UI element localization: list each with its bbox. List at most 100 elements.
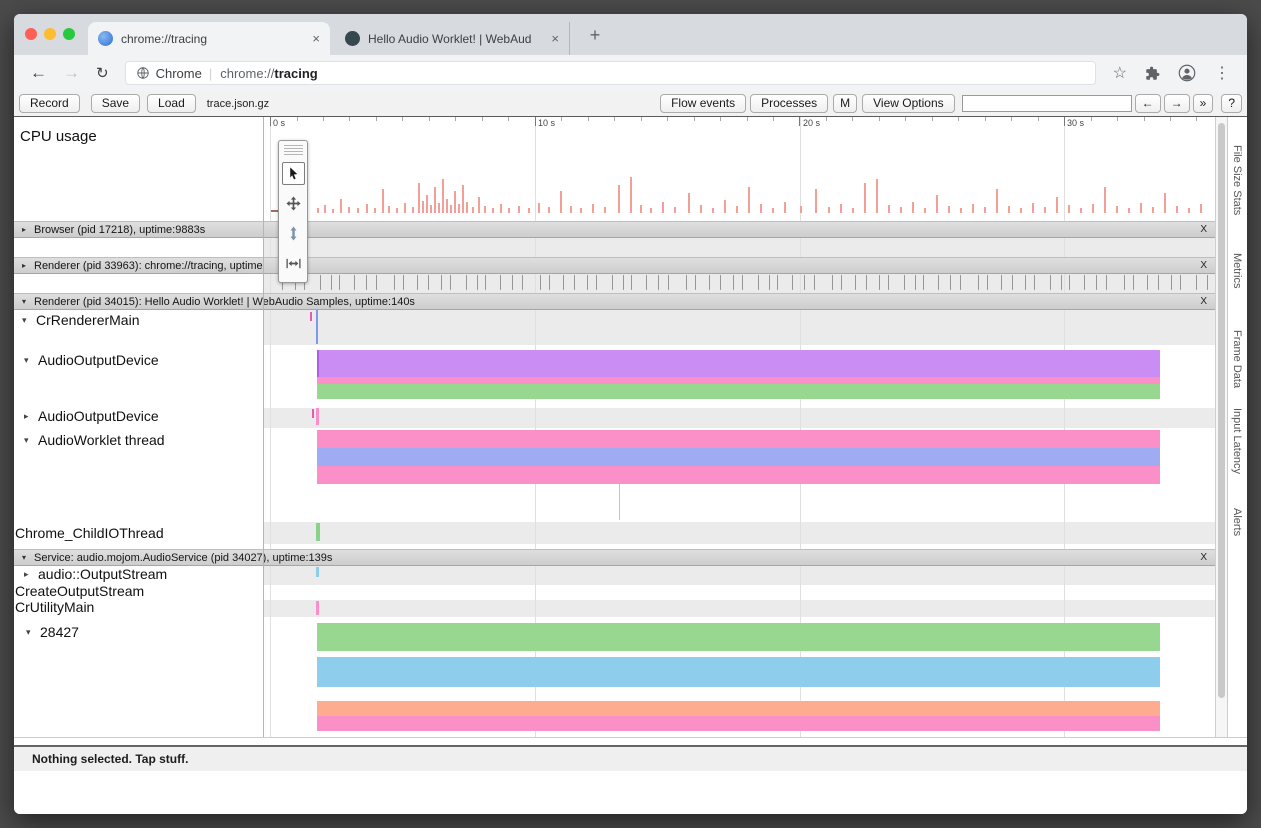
trace-slice-mark[interactable] [310,312,312,321]
thread-label-audiooutputdevice-1[interactable]: ▾ AudioOutputDevice [24,352,159,368]
trace-event-tick [441,275,442,290]
trace-slice-mark[interactable] [312,409,314,418]
thread-label-cpu-usage: CPU usage [20,128,97,145]
trace-slice-mark[interactable] [316,310,318,344]
trace-slice-mark[interactable] [316,523,320,541]
cpu-usage-spike [430,205,432,213]
pan-mode-button[interactable] [282,192,305,215]
ruler-tick [667,117,668,121]
collapse-arrow-icon[interactable]: ▾ [22,315,36,326]
cpu-usage-spike [1128,208,1130,213]
tab-file-size-stats[interactable]: File Size Stats [1231,145,1243,215]
collapse-arrow-icon[interactable]: ▸ [22,225,33,234]
trace-slice-mark[interactable] [316,567,319,577]
trace-event-tick [1207,275,1208,290]
collapse-arrow-icon[interactable]: ▾ [24,435,38,446]
trace-slice-mark[interactable] [316,601,319,615]
trace-event-tick [596,275,597,290]
process-header-browser[interactable]: ▸ Browser (pid 17218), uptime:9883s X [14,221,1215,238]
cpu-usage-spike [348,207,350,213]
process-header-audio-service[interactable]: ▾ Service: audio.mojom.AudioService (pid… [14,549,1215,566]
cpu-usage-spike [1080,208,1082,213]
thread-label-28427[interactable]: ▾ 28427 [26,624,79,640]
trace-event-tick [1096,275,1097,290]
collapse-arrow-icon[interactable]: ▸ [24,569,38,580]
cpu-usage-spike [800,206,802,213]
cpu-usage-spike [1056,197,1058,213]
thread-label-audiooutputdevice-2[interactable]: ▸ AudioOutputDevice [24,408,159,424]
trace-event-tick [450,275,451,290]
trace-slice-bar[interactable] [317,384,1160,399]
cpu-usage-spike [374,208,376,213]
trace-event-tick [1196,275,1197,290]
ruler-tick [958,117,959,121]
collapse-arrow-icon[interactable]: ▾ [22,297,33,306]
collapse-arrow-icon[interactable]: ▾ [26,627,40,638]
cpu-usage-spike [888,205,890,213]
cpu-usage-spike [357,208,359,213]
cpu-usage-spike [466,202,468,213]
ruler-tick [932,117,933,121]
cpu-usage-spike [618,185,620,213]
close-track-button[interactable]: X [1200,552,1207,563]
trace-event-tick [331,275,332,290]
tab-input-latency[interactable]: Input Latency [1231,408,1243,474]
trace-event-tick [366,275,367,290]
trace-event-tick [1061,275,1062,290]
ruler-tick [482,117,483,121]
trace-event-tick [376,275,377,290]
zoom-mode-button[interactable] [282,222,305,245]
thread-label-outputstream[interactable]: ▸ audio::OutputStream [24,566,167,582]
trace-slice-bar[interactable] [317,466,1160,484]
ruler-tick [641,117,642,121]
cpu-usage-spike [996,189,998,213]
close-track-button[interactable]: X [1200,224,1207,235]
ruler-tick [826,117,827,121]
scrollbar-thumb[interactable] [1218,123,1225,698]
trace-slice-mark[interactable] [317,350,319,377]
tab-metrics[interactable]: Metrics [1231,253,1243,288]
cpu-usage-spike [828,207,830,213]
collapse-arrow-icon[interactable]: ▸ [22,261,33,270]
trace-event-tick [1180,275,1181,290]
process-title: Browser (pid 17218), uptime:9883s [34,224,205,236]
cursor-icon [286,166,301,181]
trace-slice-bar[interactable] [317,657,1160,687]
trace-event-tick [485,275,486,290]
trace-slice-bar[interactable] [317,430,1160,448]
collapse-arrow-icon[interactable]: ▾ [24,355,38,366]
trace-event-tick [1171,275,1172,290]
toolbar-drag-handle[interactable] [284,145,303,155]
close-track-button[interactable]: X [1200,296,1207,307]
cpu-usage-spike [426,195,428,213]
trace-slice-bar[interactable] [317,701,1160,716]
collapse-arrow-icon[interactable]: ▸ [24,411,38,422]
trace-event-tick [855,275,856,290]
trace-slice-mark[interactable] [619,484,620,520]
close-track-button[interactable]: X [1200,260,1207,271]
cpu-usage-spike [688,193,690,213]
thread-label-audioworklet[interactable]: ▾ AudioWorklet thread [24,432,165,448]
timeline-scrollbar[interactable] [1215,117,1227,737]
trace-slice-bar[interactable] [317,377,1160,384]
process-header-renderer-tracing[interactable]: ▸ Renderer (pid 33963): chrome://tracing… [14,257,1215,274]
trace-slice-bar[interactable] [317,350,1160,377]
trace-slice-bar[interactable] [317,623,1160,651]
cpu-usage-spike [864,183,866,213]
trace-event-tick [320,275,321,290]
tab-frame-data[interactable]: Frame Data [1231,330,1243,388]
timing-mode-button[interactable] [282,252,305,275]
thread-label-crrenderermain[interactable]: ▾ CrRendererMain [22,312,139,328]
move-icon [286,196,301,211]
select-mode-button[interactable] [282,162,305,185]
trace-slice-bar[interactable] [317,716,1160,731]
trace-slice-mark[interactable] [316,408,319,425]
ruler-tick [561,117,562,121]
tab-alerts[interactable]: Alerts [1231,508,1243,536]
detail-panel-empty [14,771,1247,814]
ruler-tick [1038,117,1039,121]
collapse-arrow-icon[interactable]: ▾ [22,553,33,562]
process-header-renderer-webaudio[interactable]: ▾ Renderer (pid 34015): Hello Audio Work… [14,293,1215,310]
horizontal-arrow-icon [286,256,301,271]
trace-slice-bar[interactable] [317,448,1160,466]
